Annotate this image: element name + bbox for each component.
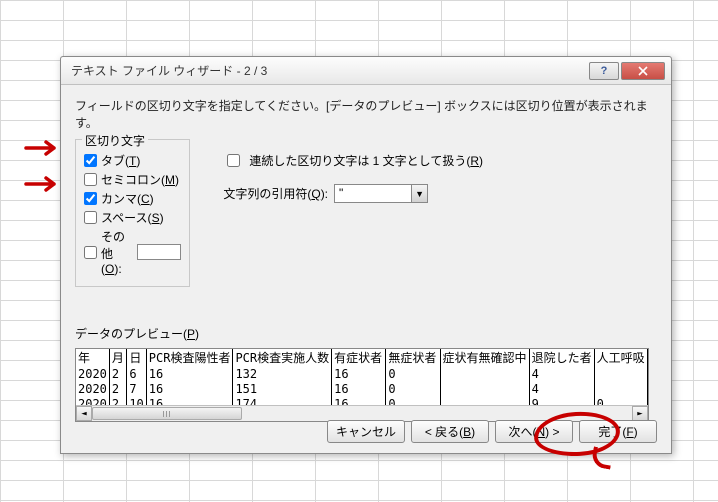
preview-header-cell: 退院した者 [529,349,594,366]
preview-header-cell: 月 [109,349,126,366]
preview-cell: 7 [127,381,146,396]
delimiter-space-label: スペース(S) [101,209,164,226]
preview-cell: 4 [529,366,594,381]
qualifier-label: 文字列の引用符(Q): [223,185,328,202]
scroll-left-icon[interactable]: ◄ [76,406,92,421]
preview-area: 年月日PCR検査陽性者PCR検査実施人数有症状者無症状者症状有無確認中退院した者… [75,348,649,422]
preview-header-cell: 年 [76,349,109,366]
instruction-text: フィールドの区切り文字を指定してください。[データのプレビュー] ボックスには区… [75,97,657,131]
preview-cell: 2020 [76,366,109,381]
preview-cell: 16 [146,381,233,396]
qualifier-value: " [335,185,411,202]
delimiter-tab-checkbox[interactable] [84,154,97,167]
delimiter-semicolon-checkbox[interactable] [84,173,97,186]
qualifier-combo[interactable]: " ▼ [334,184,428,203]
preview-cell: 132 [233,366,332,381]
preview-table: 年月日PCR検査陽性者PCR検査実施人数有症状者無症状者症状有無確認中退院した者… [76,349,648,411]
options-area: 連続した区切り文字は 1 文字として扱う(R) 文字列の引用符(Q): " ▼ [223,151,483,217]
preview-header-cell: 無症状者 [386,349,440,366]
delimiter-comma-checkbox[interactable] [84,192,97,205]
preview-cell [440,366,529,381]
delimiter-semicolon[interactable]: セミコロン(M) [84,171,181,188]
table-row: 202027161511604 [76,381,648,396]
delimiter-semicolon-label: セミコロン(M) [101,171,179,188]
delimiter-space[interactable]: スペース(S) [84,209,181,226]
preview-cell: 16 [146,366,233,381]
preview-header-cell: PCR検査実施人数 [233,349,332,366]
preview-header-cell: 日 [127,349,146,366]
cancel-button[interactable]: キャンセル [327,420,405,443]
scroll-thumb[interactable] [92,407,242,420]
preview-scrollbar[interactable]: ◄ ► [76,405,648,421]
chevron-down-icon[interactable]: ▼ [411,185,427,202]
preview-cell: 2020 [76,381,109,396]
preview-cell: 6 [127,366,146,381]
preview-cell: 2 [109,381,126,396]
preview-header-cell: PCR検査陽性者 [146,349,233,366]
preview-cell [594,381,647,396]
delimiter-tab[interactable]: タブ(T) [84,152,181,169]
next-button[interactable]: 次へ(N) > [495,420,573,443]
delimiters-group: 区切り文字 タブ(T) セミコロン(M) カンマ(C) スペース(S) その他(… [75,139,190,287]
titlebar: テキスト ファイル ウィザード - 2 / 3 ? [61,57,671,85]
text-import-wizard-dialog: テキスト ファイル ウィザード - 2 / 3 ? フィールドの区切り文字を指定… [60,56,672,454]
help-button[interactable]: ? [589,62,619,80]
delimiter-comma[interactable]: カンマ(C) [84,190,181,207]
consecutive-label: 連続した区切り文字は 1 文字として扱う(R) [249,152,483,169]
preview-header-cell: 症状有無確認中 [440,349,529,366]
finish-button[interactable]: 完了(F) [579,420,657,443]
button-row: キャンセル < 戻る(B) 次へ(N) > 完了(F) [327,420,657,443]
delimiter-tab-label: タブ(T) [101,152,140,169]
preview-cell: 2 [109,366,126,381]
preview-header-cell: 有症状者 [332,349,386,366]
preview-cell [440,381,529,396]
delimiter-other[interactable]: その他(O): [84,228,181,276]
dialog-title: テキスト ファイル ウィザード - 2 / 3 [71,62,587,79]
preview-cell: 0 [386,381,440,396]
preview-cell [594,366,647,381]
delimiter-other-label: その他(O): [101,228,133,276]
close-icon [638,66,648,76]
close-button[interactable] [621,62,665,80]
preview-cell: 151 [233,381,332,396]
preview-cell: 16 [332,366,386,381]
back-button[interactable]: < 戻る(B) [411,420,489,443]
preview-cell: 4 [529,381,594,396]
preview-header-cell: 人工呼吸 [594,349,647,366]
consecutive-checkbox[interactable] [227,154,240,167]
delimiter-other-input[interactable] [137,244,181,260]
delimiter-other-checkbox[interactable] [84,246,97,259]
preview-cell: 16 [332,381,386,396]
delimiter-comma-label: カンマ(C) [101,190,154,207]
table-row: 202026161321604 [76,366,648,381]
scroll-right-icon[interactable]: ► [632,406,648,421]
preview-label: データのプレビュー(P) [75,325,657,342]
delimiters-group-label: 区切り文字 [82,132,148,149]
delimiter-space-checkbox[interactable] [84,211,97,224]
preview-cell: 0 [386,366,440,381]
scroll-track[interactable] [92,406,632,421]
